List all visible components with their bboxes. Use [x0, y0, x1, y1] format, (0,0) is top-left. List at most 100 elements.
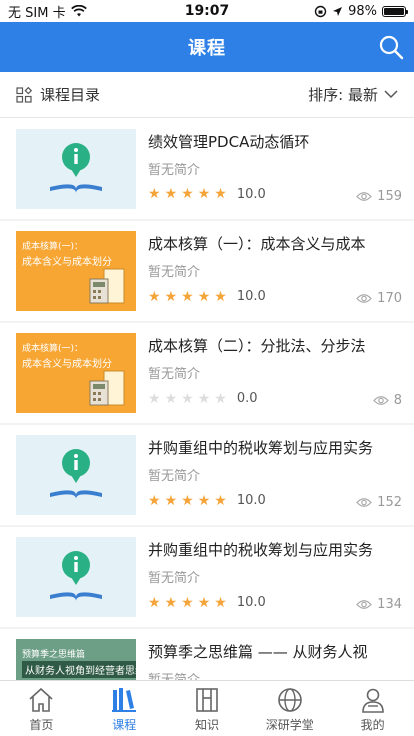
nav-bar: 课程	[0, 22, 414, 72]
tab-home[interactable]: 首页	[0, 681, 83, 736]
book-icon	[112, 688, 137, 712]
star-icon: ★	[148, 186, 161, 202]
star-icon: ★	[164, 594, 178, 611]
star-icon: ★	[214, 390, 227, 407]
course-description: 暂无简介	[148, 469, 201, 484]
star-rating: ★ ★ ★ ★ ★	[148, 596, 227, 610]
thumbnail-caption-line2: 成本含义与成本划分	[22, 257, 112, 268]
course-description: 暂无简介	[148, 265, 201, 280]
calculator-illustration	[89, 268, 125, 304]
course-item[interactable]: 绩效管理PDCA动态循环 暂无简介 ★ ★ ★ ★ ★ 10.0 159	[0, 118, 414, 219]
course-item[interactable]: 并购重组中的税收筹划与应用实务 暂无简介 ★ ★ ★ ★ ★ 10.0 134	[0, 527, 414, 627]
course-item[interactable]: 成本核算(一)： 成本含义与成本划分 成本核算（一）：成本含义与成本 暂无简介 ★ ★ ★ ★…	[0, 221, 414, 321]
page-title: 课程	[188, 38, 226, 59]
thumbnail-caption-line2: 从财务人视角到经营者思维	[22, 661, 136, 678]
view-count: 170	[356, 291, 402, 306]
star-icon: ★	[164, 186, 178, 202]
star-icon: ★	[197, 390, 211, 407]
course-item[interactable]: 预算季之思维篇从财务人视角到经营者思维预算季之思维篇 —— 从财务人视暂无简介★…	[0, 629, 414, 680]
course-description: 暂无简介	[148, 162, 201, 178]
rotation-lock-icon	[314, 5, 327, 17]
star-icon: ★	[148, 492, 161, 509]
star-icon: ★	[181, 288, 194, 305]
course-thumbnail[interactable]	[16, 128, 136, 209]
rating-row: ★ ★ ★ ★ ★ 10.0	[148, 493, 266, 508]
status-right: 98%	[314, 3, 408, 19]
course-title: 并购重组中的税收筹划与应用实务	[148, 541, 374, 559]
star-rating: ★ ★ ★ ★ ★	[148, 187, 227, 201]
user-icon	[361, 688, 384, 713]
star-icon: ★	[214, 186, 227, 202]
course-list: 绩效管理PDCA动态循环 暂无简介 ★ ★ ★ ★ ★ 10.0 159 成本核算(一)： 成本含义…	[0, 118, 414, 680]
course-info: 并购重组中的税收筹划与应用实务 暂无简介 ★ ★ ★ ★ ★ 10.0 152	[148, 435, 414, 515]
search-icon[interactable]	[378, 34, 404, 60]
course-title: 预算季之思维篇 —— 从财务人视	[148, 643, 368, 661]
eye-icon	[356, 191, 372, 201]
star-icon: ★	[214, 492, 227, 509]
knowledge-icon	[196, 688, 218, 712]
star-icon: ★	[164, 492, 178, 509]
star-icon: ★	[181, 390, 194, 407]
battery-fill	[384, 7, 404, 15]
star-icon: ★	[148, 390, 161, 407]
tab-knowledge[interactable]: 知识	[166, 681, 249, 736]
catalog-label: 课程目录	[40, 86, 101, 104]
star-rating: ★ ★ ★ ★ ★	[148, 290, 227, 304]
course-thumbnail[interactable]: 成本核算(一)： 成本含义与成本划分	[16, 333, 136, 413]
battery-icon	[382, 5, 408, 17]
course-info: 成本核算（二）：分批法、分步法 暂无简介 ★ ★ ★ ★ ★ 0.0 8	[148, 333, 414, 413]
tab-book[interactable]: 课程	[83, 681, 166, 736]
book-info-illustration	[50, 142, 102, 193]
star-icon: ★	[181, 492, 194, 509]
wifi-icon	[70, 5, 87, 17]
star-rating: ★ ★ ★ ★ ★	[148, 392, 227, 406]
sort-label: 排序: 最新	[308, 86, 378, 104]
course-description: 暂无简介	[148, 669, 200, 680]
course-title: 成本核算（一）：成本含义与成本	[148, 235, 366, 253]
star-icon: ★	[197, 492, 211, 509]
grid-icon	[16, 86, 32, 103]
rating-score: 10.0	[236, 493, 266, 508]
star-icon: ★	[148, 594, 161, 611]
course-info: 预算季之思维篇 —— 从财务人视暂无简介★★★★★10.0	[148, 639, 414, 680]
eye-icon	[372, 396, 389, 405]
view-count: 152	[356, 495, 402, 510]
star-rating: ★ ★ ★ ★ ★	[148, 494, 227, 508]
battery-text: 98%	[348, 3, 377, 19]
eye-icon	[356, 498, 372, 507]
star-icon: ★	[164, 288, 178, 305]
course-title: 绩效管理PDCA动态循环	[148, 132, 310, 151]
sort-dropdown[interactable]: 排序: 最新	[308, 84, 398, 105]
filter-bar: 课程目录 排序: 最新	[0, 72, 414, 118]
course-item[interactable]: 成本核算(一)： 成本含义与成本划分 成本核算（二）：分批法、分步法 暂无简介 ★ ★ ★ ★…	[0, 323, 414, 423]
star-icon: ★	[148, 288, 161, 305]
book-info-illustration	[50, 449, 102, 499]
rating-row: ★ ★ ★ ★ ★ 0.0	[148, 391, 258, 406]
course-item[interactable]: 并购重组中的税收筹划与应用实务 暂无简介 ★ ★ ★ ★ ★ 10.0 152	[0, 425, 414, 525]
book-info-illustration	[50, 551, 102, 601]
rating-score: 10.0	[236, 289, 266, 304]
chevron-down-icon	[384, 90, 398, 99]
carrier-text: 无 SIM 卡	[8, 5, 66, 21]
course-description: 暂无简介	[148, 571, 201, 586]
status-left: 无 SIM 卡	[8, 2, 87, 21]
star-icon: ★	[197, 594, 211, 611]
course-catalog-button[interactable]: 课程目录	[16, 84, 100, 105]
course-info: 绩效管理PDCA动态循环 暂无简介 ★ ★ ★ ★ ★ 10.0 159	[148, 129, 414, 209]
course-thumbnail[interactable]	[16, 537, 136, 617]
view-count-value: 8	[393, 393, 402, 408]
course-thumbnail[interactable]	[16, 435, 136, 515]
view-count-value: 170	[377, 291, 402, 306]
tab-bar: 首页 课程 知识 深研学堂 我的	[0, 680, 414, 736]
rating-row: ★ ★ ★ ★ ★ 10.0	[148, 595, 266, 610]
view-count-value: 159	[377, 188, 402, 204]
course-info: 成本核算（一）：成本含义与成本 暂无简介 ★ ★ ★ ★ ★ 10.0 170	[148, 231, 414, 311]
course-thumbnail[interactable]: 成本核算(一)： 成本含义与成本划分	[16, 231, 136, 311]
course-thumbnail[interactable]: 预算季之思维篇 从财务人视角到经营者思维	[16, 639, 136, 680]
location-icon	[333, 6, 343, 16]
tab-globe[interactable]: 深研学堂	[248, 681, 331, 736]
rating-score: 10.0	[236, 595, 266, 610]
eye-icon	[356, 600, 372, 609]
view-count: 8	[372, 393, 402, 408]
tab-user[interactable]: 我的	[331, 681, 414, 736]
